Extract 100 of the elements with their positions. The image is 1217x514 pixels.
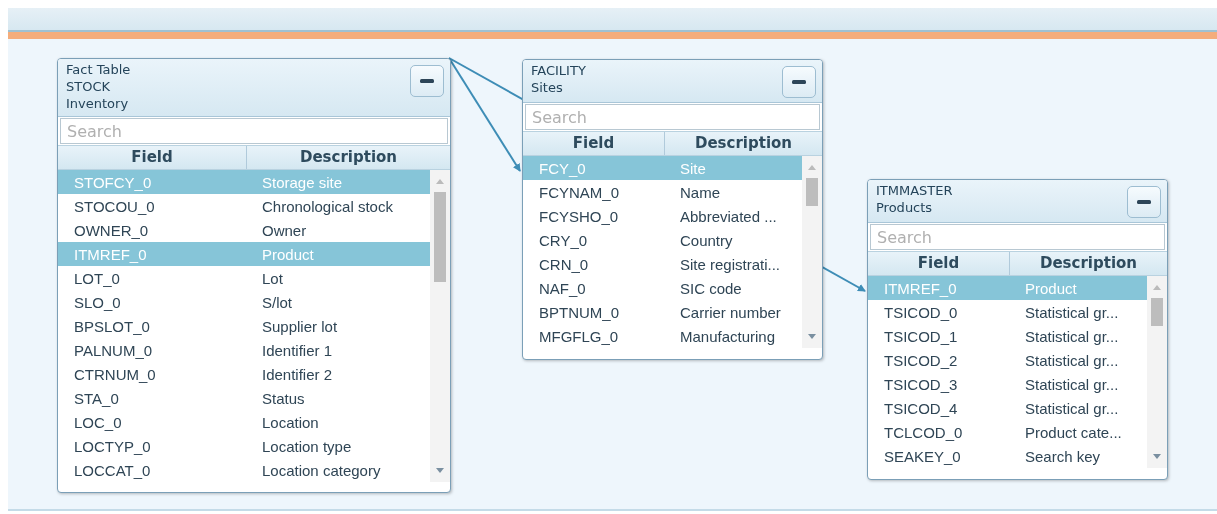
field-name: TSICOD_2 <box>883 351 959 369</box>
field-row[interactable]: STA_0 Status <box>58 386 430 410</box>
field-name: TSICOD_1 <box>883 327 959 345</box>
field-description: Identifier 1 <box>261 341 334 359</box>
field-row[interactable]: SEAKEY_0 Search key <box>868 444 1147 468</box>
collapse-button[interactable] <box>1127 186 1161 218</box>
field-description: Site <box>679 159 707 177</box>
field-description: Manufacturing <box>679 327 777 345</box>
field-name: LOC_0 <box>73 413 123 431</box>
field-row[interactable]: BPTNUM_0 Carrier number <box>523 300 802 324</box>
field-description: Product <box>1024 279 1078 297</box>
field-description: Supplier lot <box>261 317 339 335</box>
collapse-button[interactable] <box>410 65 444 97</box>
minus-icon <box>1137 200 1151 204</box>
field-name: FCYSHO_0 <box>538 207 620 225</box>
field-name: STOFCY_0 <box>73 173 153 191</box>
scrollbar-drawing[interactable] <box>802 156 822 348</box>
field-row[interactable]: CRN_0 Site registrati... <box>523 252 802 276</box>
column-header[interactable]: Field <box>868 252 1009 275</box>
field-name: TSICOD_3 <box>883 375 959 393</box>
field-row[interactable]: OWNER_0 Owner <box>58 218 430 242</box>
field-name: LOCCAT_0 <box>73 461 152 479</box>
field-name: CRN_0 <box>538 255 590 273</box>
field-description: Chronological stock <box>261 197 394 215</box>
field-description: SIC code <box>679 279 743 297</box>
field-row[interactable]: TSICOD_4 Statistical gr... <box>868 396 1147 420</box>
field-name: CTRNUM_0 <box>73 365 157 383</box>
field-description: Lot <box>261 269 284 287</box>
field-description: Site registrati... <box>679 255 782 273</box>
table-title: Products <box>876 199 934 216</box>
field-description: Search key <box>1024 447 1102 465</box>
field-row[interactable]: SLO_0 S/lot <box>58 290 430 314</box>
field-row[interactable]: TSICOD_1 Statistical gr... <box>868 324 1147 348</box>
minus-icon <box>420 79 434 83</box>
column-header[interactable]: Field <box>58 146 246 169</box>
field-description: Statistical gr... <box>1024 351 1120 369</box>
field-description: Statistical gr... <box>1024 399 1120 417</box>
field-name: LOT_0 <box>73 269 121 287</box>
field-row[interactable]: TCLCOD_0 Product cate... <box>868 420 1147 444</box>
field-row[interactable]: MFGFLG_0 Manufacturing <box>523 324 802 348</box>
field-name: FCY_0 <box>538 159 587 177</box>
field-name: ITMREF_0 <box>883 279 958 297</box>
column-header[interactable]: Description <box>664 132 822 155</box>
field-description: Location type <box>261 437 353 455</box>
field-name: NAF_0 <box>538 279 587 297</box>
field-name: STOCOU_0 <box>73 197 156 215</box>
field-name: BPTNUM_0 <box>538 303 621 321</box>
scrollbar-drawing[interactable] <box>430 170 450 482</box>
field-row[interactable]: CRY_0 Country <box>523 228 802 252</box>
field-row[interactable]: LOCCAT_0 Location category <box>58 458 430 482</box>
field-row[interactable]: TSICOD_0 Statistical gr... <box>868 300 1147 324</box>
field-row[interactable]: TSICOD_2 Statistical gr... <box>868 348 1147 372</box>
table-title: FACILITY <box>531 62 586 79</box>
field-description: Location category <box>261 461 382 479</box>
field-name: OWNER_0 <box>73 221 150 239</box>
field-name: ITMREF_0 <box>73 245 148 263</box>
table-title: Fact Table <box>66 61 131 78</box>
search-field[interactable]: Search <box>525 104 820 130</box>
search-field[interactable]: Search <box>60 118 448 144</box>
field-row[interactable]: CTRNUM_0 Identifier 2 <box>58 362 430 386</box>
field-description: Product <box>261 245 315 263</box>
field-description: Name <box>679 183 721 201</box>
column-header[interactable]: Description <box>1009 252 1167 275</box>
field-row[interactable]: NAF_0 SIC code <box>523 276 802 300</box>
field-name: STA_0 <box>73 389 120 407</box>
field-description: Statistical gr... <box>1024 303 1120 321</box>
field-row[interactable]: TSICOD_3 Statistical gr... <box>868 372 1147 396</box>
scrollbar-drawing[interactable] <box>1147 276 1167 468</box>
column-header[interactable]: Field <box>523 132 664 155</box>
field-row[interactable]: PALNUM_0 Identifier 1 <box>58 338 430 362</box>
field-row[interactable]: STOCOU_0 Chronological stock <box>58 194 430 218</box>
field-name: FCYNAM_0 <box>538 183 621 201</box>
field-description: Country <box>679 231 734 249</box>
minus-icon <box>792 80 806 84</box>
field-name: PALNUM_0 <box>73 341 154 359</box>
search-field[interactable]: Search <box>870 224 1165 250</box>
field-row[interactable]: FCYNAM_0 Name <box>523 180 802 204</box>
field-name: MFGFLG_0 <box>538 327 620 345</box>
field-name: TCLCOD_0 <box>883 423 964 441</box>
field-name: LOCTYP_0 <box>73 437 152 455</box>
field-name: CRY_0 <box>538 231 589 249</box>
field-description: Statistical gr... <box>1024 375 1120 393</box>
table-title: Sites <box>531 79 564 96</box>
field-description: Statistical gr... <box>1024 327 1120 345</box>
field-name: TSICOD_0 <box>883 303 959 321</box>
field-description: S/lot <box>261 293 293 311</box>
column-header[interactable]: Description <box>246 146 450 169</box>
field-row[interactable]: LOCTYP_0 Location type <box>58 434 430 458</box>
field-description: Carrier number <box>679 303 782 321</box>
field-row[interactable]: BPSLOT_0 Supplier lot <box>58 314 430 338</box>
field-row[interactable]: FCYSHO_0 Abbreviated ... <box>523 204 802 228</box>
table-title: STOCK <box>66 78 112 95</box>
field-description: Storage site <box>261 173 344 191</box>
table-title: Inventory <box>66 95 130 112</box>
collapse-button[interactable] <box>782 66 816 98</box>
field-description: Owner <box>261 221 308 239</box>
field-description: Location <box>261 413 320 431</box>
field-row[interactable]: LOT_0 Lot <box>58 266 430 290</box>
field-row[interactable]: LOC_0 Location <box>58 410 430 434</box>
field-description: Status <box>261 389 306 407</box>
